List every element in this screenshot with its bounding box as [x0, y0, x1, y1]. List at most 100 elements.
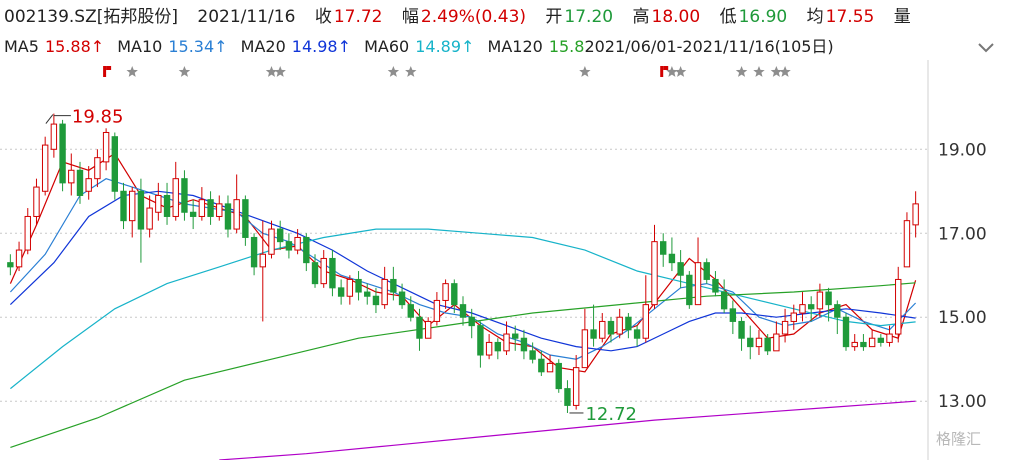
candle	[68, 153, 75, 196]
candle-body	[259, 253, 266, 268]
candle	[189, 199, 197, 230]
candle	[129, 187, 136, 238]
candle	[233, 174, 240, 234]
candlestick-chart: 19.85 12.72 19.00 17.00 15.00 13.00	[0, 60, 987, 460]
star-icon	[274, 66, 286, 77]
ma20-label: MA20	[240, 37, 286, 56]
avg-label: 均	[806, 7, 824, 27]
candle	[181, 170, 188, 221]
ma120-label: MA120	[487, 37, 543, 56]
avg-value: 17.55	[825, 7, 875, 27]
candle-body	[120, 190, 127, 222]
candle-body	[390, 278, 397, 293]
candle	[320, 250, 327, 288]
candles	[7, 113, 919, 413]
star-icon	[579, 66, 591, 77]
candle-body	[590, 329, 597, 339]
candle-body	[137, 190, 145, 230]
candle-body	[572, 367, 580, 406]
candle	[868, 329, 876, 348]
star-icon	[735, 66, 748, 77]
candle-body	[764, 337, 771, 352]
candle	[616, 308, 623, 339]
candle-body	[50, 123, 58, 150]
candle-body	[311, 262, 319, 285]
candle	[477, 321, 484, 368]
candle-body	[416, 316, 423, 339]
candle	[842, 313, 850, 351]
ma20-line	[9, 190, 916, 352]
candle-body	[564, 388, 571, 406]
candle	[442, 279, 449, 309]
high-value: 18.00	[651, 7, 701, 27]
candle	[224, 195, 232, 238]
candle-body	[842, 316, 850, 348]
candle-body	[364, 291, 371, 297]
candle-body	[24, 215, 31, 251]
candle-body	[372, 295, 380, 306]
candle	[860, 334, 867, 351]
flag-icon	[660, 66, 664, 77]
y-axis: 19.00 17.00 15.00 13.00	[927, 60, 987, 460]
annotation-arrow	[45, 114, 54, 124]
flag-icon-tip	[663, 66, 669, 70]
candle	[720, 279, 728, 314]
candle	[172, 161, 179, 221]
candle	[494, 338, 502, 360]
candle	[59, 119, 66, 192]
chevron-down-icon[interactable]	[975, 36, 997, 58]
candle-body	[433, 299, 441, 322]
ma5-value: 15.88↑	[44, 37, 105, 56]
candle-body	[337, 287, 345, 297]
open-label: 开	[545, 7, 563, 27]
candle	[329, 250, 336, 297]
candle-body	[76, 169, 84, 196]
candle-body	[485, 341, 493, 356]
low-label: 低	[719, 7, 737, 27]
candle-body	[111, 136, 119, 192]
star-icon	[178, 66, 191, 77]
candle-body	[129, 190, 136, 222]
candle-body	[277, 228, 284, 243]
candle	[337, 279, 345, 305]
candle-body	[834, 304, 841, 318]
candle-body	[860, 341, 867, 348]
candle	[355, 271, 362, 301]
candle-body	[599, 320, 606, 339]
candle	[285, 233, 293, 259]
candle-body	[616, 316, 623, 335]
candle-body	[703, 262, 710, 280]
candle	[590, 304, 597, 347]
candle	[277, 220, 284, 251]
quote-date: 2021/11/16	[197, 7, 296, 27]
candle-body	[59, 123, 66, 184]
candle	[651, 224, 658, 309]
candle	[424, 317, 432, 339]
candle-body	[512, 333, 519, 339]
candle-body	[538, 358, 545, 373]
candle-body	[877, 337, 885, 343]
candle	[163, 182, 171, 225]
candle	[668, 237, 676, 272]
volume-label: 量	[893, 7, 911, 27]
candle	[686, 271, 693, 309]
candle-body	[686, 274, 693, 306]
candle	[834, 300, 841, 335]
ma10-label: MA10	[117, 37, 163, 56]
candle	[764, 334, 771, 356]
candle-body	[398, 291, 406, 306]
candle	[85, 166, 92, 200]
watermark-text: 格隆汇	[936, 430, 982, 448]
candle	[242, 195, 249, 246]
candle-body	[529, 350, 536, 360]
candle	[738, 317, 745, 351]
star-icon	[126, 66, 138, 77]
candle-body	[729, 308, 737, 322]
candle	[303, 233, 310, 272]
stock-symbol: 002139.SZ[拓邦股份]	[4, 7, 179, 27]
candle	[381, 266, 388, 309]
candle-body	[807, 304, 815, 310]
candle	[703, 258, 710, 284]
quote-info-bar: 002139.SZ[拓邦股份] 2021/11/16 收 17.72 幅 2.49%…	[4, 6, 913, 28]
candle-body	[329, 257, 336, 289]
